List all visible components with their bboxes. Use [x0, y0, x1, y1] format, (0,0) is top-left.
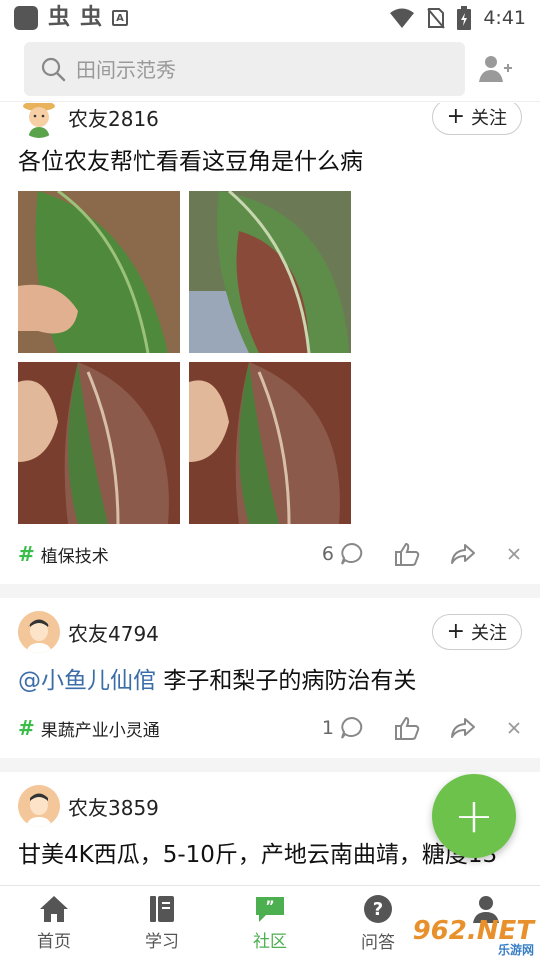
share-button[interactable] — [450, 543, 476, 565]
follow-label: 关注 — [471, 623, 507, 644]
comment-icon — [341, 542, 363, 565]
notification-icon: 虫 — [48, 5, 71, 30]
avatar[interactable] — [18, 103, 60, 138]
post-photo[interactable] — [18, 362, 180, 524]
post-text[interactable]: @小鱼儿仙倌 李子和梨子的病防治有关 — [18, 664, 522, 698]
app-icon — [14, 6, 38, 30]
add-user-icon — [479, 55, 512, 82]
post-photo[interactable] — [189, 191, 351, 353]
topic-label: 果蔬产业小灵通 — [40, 720, 160, 741]
post-actions: 1 — [292, 716, 522, 740]
clock: 4:41 — [483, 7, 526, 29]
question-icon: ? — [364, 894, 392, 923]
username[interactable]: 农友2816 — [68, 103, 159, 132]
search-icon — [41, 57, 66, 81]
bottom-nav: 首页 学习 ” 社区 ? 问答 我的 962.NET乐游网 — [0, 885, 540, 960]
hash-icon: # — [18, 542, 35, 566]
book-icon — [150, 895, 174, 922]
thumbs-up-icon — [395, 716, 420, 740]
follow-label: 关注 — [471, 108, 507, 129]
post-body: 李子和梨子的病防治有关 — [163, 668, 417, 694]
post-card[interactable]: 农友4794 + 关注 @小鱼儿仙倌 李子和梨子的病防治有关 # 果蔬产业小灵通 1 — [0, 598, 540, 758]
image-grid — [18, 191, 522, 524]
battery-icon — [457, 6, 472, 30]
nav-home[interactable]: 首页 — [0, 886, 108, 960]
post-header: 农友4794 + 关注 — [18, 610, 522, 654]
plus-icon: + — [453, 788, 495, 844]
share-button[interactable] — [450, 717, 476, 739]
wifi-icon — [390, 8, 415, 28]
home-icon — [40, 895, 68, 922]
divider — [0, 758, 540, 772]
plus-icon: + — [446, 619, 465, 644]
watermark-brand: 962.NET — [412, 916, 534, 946]
close-icon — [508, 548, 520, 560]
post-text[interactable]: 各位农友帮忙看看这豆角是什么病 — [18, 145, 522, 179]
search-placeholder: 田间示范秀 — [76, 58, 176, 82]
divider — [0, 584, 540, 598]
chat-bubble-icon: ” — [256, 896, 284, 922]
nav-study[interactable]: 学习 — [108, 886, 216, 960]
watermark-logo: 962.NET 乐游网 — [413, 918, 534, 956]
like-button[interactable] — [394, 716, 420, 740]
topic-tag[interactable]: # 植保技术 — [18, 542, 109, 567]
feed[interactable]: 农友2816 + 关注 各位农友帮忙看看这豆角是什么病 # 植保技术 6 农友4… — [0, 103, 540, 885]
username[interactable]: 农友4794 — [68, 618, 159, 647]
like-button[interactable] — [394, 542, 420, 566]
post-header: 农友2816 + 关注 — [18, 103, 522, 139]
comment-button[interactable]: 1 — [322, 716, 364, 740]
avatar[interactable] — [18, 785, 60, 827]
post-footer: # 果蔬产业小灵通 1 — [18, 698, 522, 758]
status-left: 虫 虫 A — [14, 5, 129, 30]
nav-label: 社区 — [253, 931, 287, 952]
status-right: 4:41 — [389, 6, 526, 30]
comment-button[interactable]: 6 — [322, 542, 364, 566]
share-icon — [451, 544, 475, 564]
a-icon: A — [112, 10, 129, 26]
close-icon — [508, 722, 520, 734]
comment-icon — [341, 716, 363, 739]
post-photo[interactable] — [18, 191, 180, 353]
thumbs-up-icon — [395, 542, 420, 566]
nav-community[interactable]: ” 社区 — [216, 886, 324, 960]
post-card[interactable]: 农友2816 + 关注 各位农友帮忙看看这豆角是什么病 # 植保技术 6 — [0, 103, 540, 584]
nav-label: 问答 — [361, 932, 395, 953]
post-photo[interactable] — [189, 362, 351, 524]
username[interactable]: 农友3859 — [68, 792, 159, 821]
screen: 虫 虫 A 4:41 田间示范秀 农友2816 + 关注 各位农友帮忙看看这豆角… — [0, 0, 540, 960]
hash-icon: # — [18, 716, 35, 740]
comment-count: 1 — [321, 717, 334, 739]
notification-icon: 虫 — [80, 5, 103, 30]
status-bar: 虫 虫 A 4:41 — [0, 0, 540, 36]
add-friend-button[interactable] — [476, 49, 516, 89]
topic-tag[interactable]: # 果蔬产业小灵通 — [18, 716, 160, 741]
share-icon — [451, 718, 475, 738]
svg-text:”: ” — [265, 899, 274, 915]
follow-button[interactable]: + 关注 — [431, 103, 522, 135]
post-footer: # 植保技术 6 — [18, 524, 522, 584]
no-sim-icon — [427, 8, 446, 29]
close-button[interactable] — [506, 546, 522, 562]
close-button[interactable] — [506, 720, 522, 736]
plus-icon: + — [446, 104, 465, 129]
nav-label: 首页 — [37, 931, 71, 952]
topic-label: 植保技术 — [40, 546, 109, 567]
post-actions: 6 — [292, 542, 522, 566]
create-post-button[interactable]: + — [432, 774, 516, 858]
search-input[interactable]: 田间示范秀 — [24, 41, 465, 96]
nav-label: 学习 — [145, 931, 179, 952]
mention-link[interactable]: @小鱼儿仙倌 — [18, 668, 156, 694]
svg-text:?: ? — [373, 899, 383, 920]
comment-count: 6 — [321, 543, 334, 565]
avatar[interactable] — [18, 611, 60, 653]
follow-button[interactable]: + 关注 — [431, 614, 522, 650]
search-header: 田间示范秀 — [0, 36, 540, 102]
